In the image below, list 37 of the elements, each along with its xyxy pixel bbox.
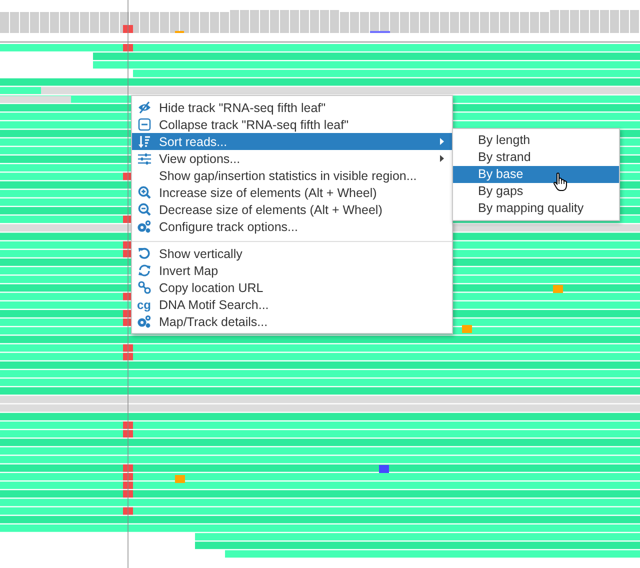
menu-item[interactable]: Copy location URL bbox=[132, 279, 452, 296]
submenu-item[interactable]: By gaps bbox=[453, 183, 619, 200]
zoom-in-icon bbox=[138, 186, 150, 199]
zoom-out-icon bbox=[138, 203, 150, 216]
mismatch-mark bbox=[379, 465, 389, 473]
gears-icon bbox=[137, 315, 151, 328]
menu-item[interactable]: cg DNA Motif Search... bbox=[132, 296, 452, 313]
submenu-item[interactable]: By mapping quality bbox=[453, 200, 619, 217]
menu-item[interactable]: Configure track options... bbox=[132, 218, 452, 235]
submenu-item[interactable]: By strand bbox=[453, 149, 619, 166]
mismatch-mark bbox=[175, 475, 185, 483]
menu-item[interactable]: Invert Map bbox=[132, 262, 452, 279]
sliders-icon bbox=[138, 152, 150, 164]
mismatch-mark bbox=[462, 325, 472, 333]
submenu-item[interactable]: By length bbox=[453, 132, 619, 149]
menu-item[interactable]: Map/Track details... bbox=[132, 313, 452, 330]
refresh-icon bbox=[138, 264, 150, 277]
menu-item[interactable]: Decrease size of elements (Alt + Wheel) bbox=[132, 201, 452, 218]
rotate-icon bbox=[138, 247, 150, 260]
collapse-icon bbox=[138, 118, 150, 131]
gears-icon bbox=[137, 220, 151, 233]
menu-item[interactable]: Sort reads... bbox=[132, 133, 452, 150]
eye-icon bbox=[138, 101, 150, 114]
menu-item[interactable]: View options... bbox=[132, 150, 452, 167]
mismatch-mark bbox=[553, 285, 563, 293]
dna-motif-icon: cg bbox=[137, 298, 152, 310]
sort-icon bbox=[138, 134, 150, 148]
submenu-item[interactable]: By base bbox=[453, 166, 619, 183]
menu-item[interactable]: Collapse track "RNA-seq fifth leaf" bbox=[132, 116, 452, 133]
submenu-arrow-icon bbox=[440, 155, 444, 162]
menu-item[interactable]: Show vertically bbox=[132, 245, 452, 262]
menu-item[interactable]: Hide track "RNA-seq fifth leaf" bbox=[132, 99, 452, 116]
hand-cursor-icon bbox=[553, 172, 569, 192]
menu-item[interactable]: Increase size of elements (Alt + Wheel) bbox=[132, 184, 452, 201]
menu-item[interactable]: Show gap/insertion statistics in visible region... bbox=[132, 167, 452, 184]
link-icon bbox=[138, 281, 150, 294]
submenu-arrow-icon bbox=[440, 138, 444, 145]
